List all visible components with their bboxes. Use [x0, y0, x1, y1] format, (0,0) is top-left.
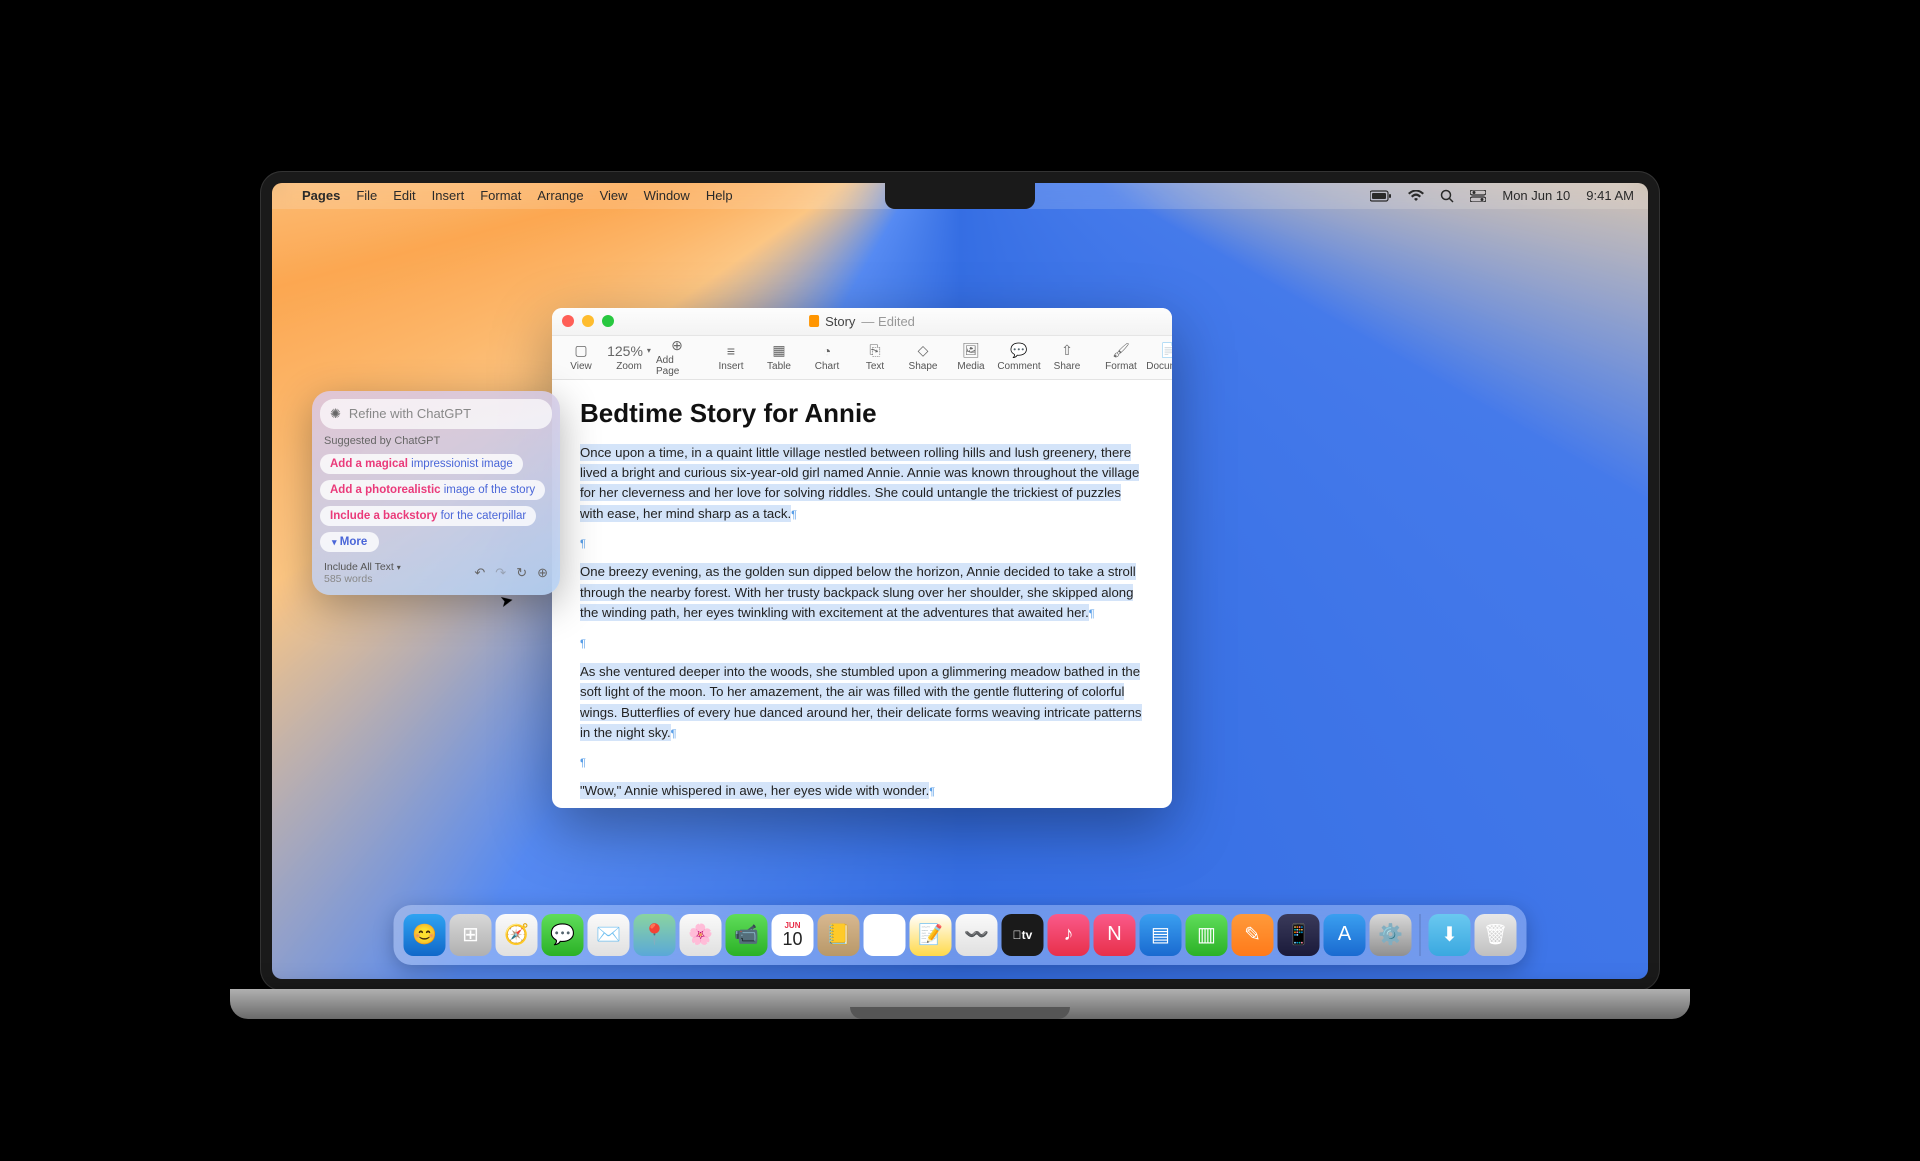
menu-arrange[interactable]: Arrange: [537, 188, 583, 203]
close-button[interactable]: [562, 315, 574, 327]
refresh-icon[interactable]: ↻: [516, 565, 527, 581]
paragraph[interactable]: One breezy evening, as the golden sun di…: [580, 563, 1136, 621]
dock-keynote[interactable]: ▤: [1140, 914, 1182, 956]
toolbar-media[interactable]: 🖼Media: [950, 343, 992, 372]
dock-mail[interactable]: ✉️: [588, 914, 630, 956]
laptop-notch: [885, 183, 1035, 209]
pages-window: Story — Edited ▢View 125% ▾Zoom ⊕Add Pag…: [552, 308, 1172, 808]
toolbar-zoom[interactable]: 125% ▾Zoom: [608, 343, 650, 372]
dock-reminders[interactable]: ☰: [864, 914, 906, 956]
suggestion-pill[interactable]: Include a backstory for the caterpillar: [320, 506, 536, 526]
toolbar-shape[interactable]: ◇Shape: [902, 343, 944, 372]
toolbar-text[interactable]: ⎘Text: [854, 343, 896, 372]
spotlight-icon[interactable]: [1440, 189, 1454, 203]
paragraph[interactable]: Once upon a time, in a quaint little vil…: [580, 444, 1139, 522]
dock-iphone-mirror[interactable]: 📱: [1278, 914, 1320, 956]
document-body[interactable]: Bedtime Story for Annie Once upon a time…: [552, 380, 1172, 808]
fullscreen-button[interactable]: [602, 315, 614, 327]
dock-launchpad[interactable]: ⊞: [450, 914, 492, 956]
redo-icon[interactable]: ↷: [495, 565, 506, 581]
dock-separator: [1420, 914, 1421, 956]
toolbar-format[interactable]: 🖌Format: [1100, 343, 1142, 372]
toolbar-document[interactable]: 📄Document: [1148, 343, 1172, 372]
toolbar-view[interactable]: ▢View: [560, 343, 602, 372]
menu-insert[interactable]: Insert: [432, 188, 465, 203]
control-center-icon[interactable]: [1470, 190, 1486, 202]
dock-maps[interactable]: 📍: [634, 914, 676, 956]
dock-music[interactable]: ♪: [1048, 914, 1090, 956]
dock-trash[interactable]: 🗑: [1475, 914, 1517, 956]
menubar-app-name[interactable]: Pages: [302, 188, 340, 203]
paragraph[interactable]: "Wow," Annie whispered in awe, her eyes …: [580, 782, 929, 799]
document-status: — Edited: [861, 314, 915, 329]
dock-safari[interactable]: 🧭: [496, 914, 538, 956]
dock-calendar[interactable]: JUN10: [772, 914, 814, 956]
paragraph[interactable]: As she ventured deeper into the woods, s…: [580, 663, 1142, 741]
dock-pages[interactable]: ✎: [1232, 914, 1274, 956]
suggested-label: Suggested by ChatGPT: [320, 429, 552, 451]
dock-settings[interactable]: ⚙️: [1370, 914, 1412, 956]
undo-icon[interactable]: ↶: [474, 565, 485, 581]
dock-appstore[interactable]: A: [1324, 914, 1366, 956]
menu-file[interactable]: File: [356, 188, 377, 203]
minimize-button[interactable]: [582, 315, 594, 327]
chatgpt-refine-panel: ✺ Refine with ChatGPT Suggested by ChatG…: [312, 391, 560, 595]
dock-facetime[interactable]: 📹: [726, 914, 768, 956]
wifi-icon[interactable]: [1408, 190, 1424, 202]
menu-window[interactable]: Window: [644, 188, 690, 203]
dock-notes[interactable]: 📝: [910, 914, 952, 956]
doc-heading[interactable]: Bedtime Story for Annie: [580, 398, 1144, 429]
toolbar-table[interactable]: ▦Table: [758, 343, 800, 372]
refine-placeholder: Refine with ChatGPT: [349, 406, 471, 421]
dock-photos[interactable]: 🌸: [680, 914, 722, 956]
add-icon[interactable]: ⊕: [537, 565, 548, 581]
menubar-time[interactable]: 9:41 AM: [1586, 188, 1634, 203]
chatgpt-icon: ✺: [330, 406, 341, 422]
dock-downloads[interactable]: ⬇: [1429, 914, 1471, 956]
toolbar-comment[interactable]: 💬Comment: [998, 343, 1040, 372]
dock: 😊⊞🧭💬✉️📍🌸📹JUN10📒☰📝〰️tv♪N▤▥✎📱A⚙️ ⬇🗑: [394, 905, 1527, 965]
dock-contacts[interactable]: 📒: [818, 914, 860, 956]
battery-icon[interactable]: [1370, 190, 1392, 202]
toolbar-insert[interactable]: ≡Insert: [710, 343, 752, 372]
dock-freeform[interactable]: 〰️: [956, 914, 998, 956]
app-toolbar: ▢View 125% ▾Zoom ⊕Add Page ≡Insert ▦Tabl…: [552, 336, 1172, 380]
include-text-toggle[interactable]: Include All Text ▾: [324, 561, 401, 573]
menubar-date[interactable]: Mon Jun 10: [1502, 188, 1570, 203]
menu-help[interactable]: Help: [706, 188, 733, 203]
dock-messages[interactable]: 💬: [542, 914, 584, 956]
menu-edit[interactable]: Edit: [393, 188, 415, 203]
dock-numbers[interactable]: ▥: [1186, 914, 1228, 956]
window-titlebar[interactable]: Story — Edited: [552, 308, 1172, 336]
dock-news[interactable]: N: [1094, 914, 1136, 956]
refine-input[interactable]: ✺ Refine with ChatGPT: [320, 399, 552, 429]
document-title: Story: [825, 314, 855, 329]
word-count: 585 words: [324, 573, 401, 585]
suggestion-pill[interactable]: Add a magical impressionist image: [320, 454, 523, 474]
toolbar-add-page[interactable]: ⊕Add Page: [656, 337, 698, 377]
toolbar-share[interactable]: ⇧Share: [1046, 343, 1088, 372]
menu-format[interactable]: Format: [480, 188, 521, 203]
suggestion-pill[interactable]: Add a photorealistic image of the story: [320, 480, 545, 500]
toolbar-chart[interactable]: ◔Chart: [806, 343, 848, 372]
dock-finder[interactable]: 😊: [404, 914, 446, 956]
menu-view[interactable]: View: [600, 188, 628, 203]
dock-tv[interactable]: tv: [1002, 914, 1044, 956]
document-icon: [809, 315, 819, 327]
more-suggestions-button[interactable]: ▾ More: [320, 532, 379, 552]
